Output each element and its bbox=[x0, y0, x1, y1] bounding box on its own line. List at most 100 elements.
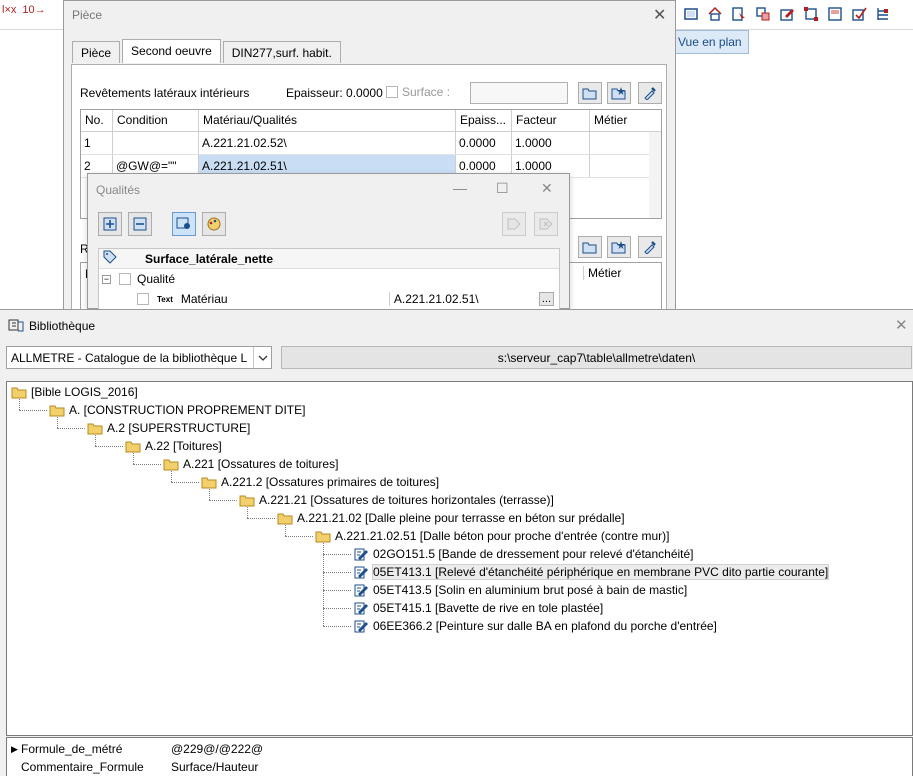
tree-folder[interactable]: A.221 [Ossatures de toitures] bbox=[163, 455, 338, 473]
materiau-checkbox[interactable] bbox=[137, 293, 149, 305]
property-row[interactable]: Commentaire_Formule Surface/Hauteur bbox=[7, 758, 912, 776]
tag-add-button[interactable] bbox=[502, 212, 526, 236]
right-toolbar-icons bbox=[681, 4, 893, 24]
text-type-icon: Text bbox=[157, 294, 173, 304]
add-button[interactable] bbox=[98, 212, 122, 236]
catalog-select[interactable]: ALLMETRE - Catalogue de la bibliothèque … bbox=[6, 346, 272, 369]
qualites-dialog: Qualités — ☐ ✕ Surface_latérale_nette − … bbox=[87, 173, 570, 310]
tab-second-oeuvre[interactable]: Second oeuvre bbox=[122, 39, 221, 63]
surface-label: Surface : bbox=[402, 85, 451, 99]
close-icon[interactable]: ✕ bbox=[653, 5, 666, 25]
cell-materiau: A.221.21.02.52\ bbox=[199, 132, 456, 154]
edit-icon[interactable] bbox=[777, 4, 797, 24]
surface-checkbox[interactable] bbox=[386, 86, 398, 98]
qualite-checkbox[interactable] bbox=[119, 273, 131, 285]
tree-connector bbox=[171, 482, 199, 483]
folder-icon bbox=[87, 421, 103, 435]
tree-connector bbox=[285, 525, 286, 536]
list-item[interactable]: − Qualité bbox=[99, 269, 559, 289]
folder-icon bbox=[125, 439, 141, 453]
left-toolbar-icons: l×x 10→ bbox=[2, 4, 46, 16]
close-icon[interactable]: ✕ bbox=[895, 316, 908, 334]
surface-checkbox-group[interactable]: Surface : bbox=[386, 85, 450, 99]
tree-connector bbox=[57, 417, 58, 428]
cell-metier bbox=[590, 132, 650, 154]
tree-folder[interactable]: A.2 [SUPERSTRUCTURE] bbox=[87, 419, 250, 437]
folder-icon bbox=[163, 457, 179, 471]
col-facteur[interactable]: Facteur bbox=[512, 110, 590, 131]
tab-din277[interactable]: DIN277,surf. habit. bbox=[222, 41, 341, 63]
qualites-header: Surface_latérale_nette bbox=[145, 251, 274, 266]
frame-icon[interactable] bbox=[801, 4, 821, 24]
tree-folder[interactable]: [Bible LOGIS_2016] bbox=[11, 383, 138, 401]
col-materiau[interactable]: Matériau/Qualités bbox=[199, 110, 456, 131]
tree-connector bbox=[95, 446, 123, 447]
tree-item[interactable]: 06EE366.2 [Peinture sur dalle BA en plaf… bbox=[353, 617, 717, 635]
minimize-icon[interactable]: — bbox=[453, 180, 467, 196]
browse-button[interactable]: ... bbox=[538, 292, 555, 306]
property-value[interactable]: Surface/Hauteur bbox=[171, 760, 258, 774]
tree-folder[interactable]: A.221.21 [Ossatures de toitures horizont… bbox=[239, 491, 554, 509]
check-edit-icon[interactable] bbox=[849, 4, 869, 24]
col-no[interactable]: No. bbox=[81, 110, 113, 131]
tree-connector bbox=[209, 500, 237, 501]
cursor-icon[interactable] bbox=[729, 4, 749, 24]
tree-folder[interactable]: A.22 [Toitures] bbox=[125, 437, 222, 455]
property-row[interactable]: ▶ Formule_de_métré @229@/@222@ bbox=[7, 740, 912, 758]
favorite-button[interactable] bbox=[607, 82, 631, 104]
tag-remove-button[interactable] bbox=[534, 212, 558, 236]
tree-connector bbox=[247, 518, 275, 519]
tree-item[interactable]: 05ET415.1 [Bavette de rive en tole plast… bbox=[353, 599, 603, 617]
tree-label: A.221 [Ossatures de toitures] bbox=[183, 457, 339, 471]
tree-folder[interactable]: A.221.21.02.51 [Dalle béton pour proche … bbox=[315, 527, 670, 545]
cell-facteur: 1.0000 bbox=[512, 132, 590, 154]
tab-piece[interactable]: Pièce bbox=[72, 41, 121, 63]
group-icon[interactable] bbox=[753, 4, 773, 24]
pipette-button-2[interactable] bbox=[638, 236, 662, 258]
col-metier-2[interactable]: Métier bbox=[583, 266, 621, 280]
layers-icon[interactable] bbox=[873, 4, 893, 24]
tree-folder[interactable]: A. [CONSTRUCTION PROPREMENT DITE] bbox=[49, 401, 305, 419]
property-value[interactable]: @229@/@222@ bbox=[171, 742, 263, 756]
remove-button[interactable] bbox=[128, 212, 152, 236]
tree-label: 02GO151.5 [Bande de dressement pour rele… bbox=[373, 547, 694, 561]
tree-label: A.221.2 [Ossatures primaires de toitures… bbox=[221, 475, 440, 489]
path-field: s:\serveur_cap7\table\allmetre\daten\ bbox=[281, 346, 912, 369]
folder-open-button-2[interactable] bbox=[578, 236, 602, 258]
view-icon[interactable] bbox=[681, 4, 701, 24]
tree-item[interactable]: 05ET413.1 [Relevé d'étanchéité périphéri… bbox=[353, 563, 830, 581]
vue-en-plan-tab[interactable]: Vue en plan bbox=[671, 30, 749, 54]
numbering-icon[interactable]: 10→ bbox=[22, 4, 45, 16]
vertical-scrollbar[interactable] bbox=[649, 132, 661, 218]
tree-folder[interactable]: A.221.21.02 [Dalle pleine pour terrasse … bbox=[277, 509, 625, 527]
current-row-icon: ▶ bbox=[11, 743, 18, 754]
col-condition[interactable]: Condition bbox=[113, 110, 199, 131]
surface-field[interactable] bbox=[470, 82, 568, 104]
palette-button[interactable] bbox=[202, 212, 226, 236]
window-icon[interactable] bbox=[825, 4, 845, 24]
tree-connector bbox=[323, 608, 351, 609]
col-epaisseur[interactable]: Epaiss... bbox=[456, 110, 512, 131]
close-icon[interactable]: ✕ bbox=[541, 180, 553, 197]
view-toggle-button[interactable] bbox=[172, 212, 196, 236]
maximize-icon[interactable]: ☐ bbox=[496, 180, 509, 197]
tree-label: 05ET415.1 [Bavette de rive en tole plast… bbox=[373, 601, 604, 615]
tree-connector bbox=[133, 453, 134, 464]
pipette-button[interactable] bbox=[638, 82, 662, 104]
house-icon[interactable] bbox=[705, 4, 725, 24]
folder-open-button[interactable] bbox=[578, 82, 602, 104]
tree-label: A. [CONSTRUCTION PROPREMENT DITE] bbox=[69, 403, 306, 417]
materiau-label: Matériau bbox=[180, 292, 228, 306]
epaisseur-value: 0.0000 bbox=[346, 86, 383, 100]
tree-item[interactable]: 02GO151.5 [Bande de dressement pour rele… bbox=[353, 545, 694, 563]
tree-item[interactable]: 05ET413.5 [Solin en aluminium brut posé … bbox=[353, 581, 687, 599]
tree-folder[interactable]: A.221.2 [Ossatures primaires de toitures… bbox=[201, 473, 439, 491]
collapse-icon[interactable]: − bbox=[102, 274, 111, 284]
delete-x-icon[interactable]: l×x bbox=[2, 4, 16, 16]
col-metier[interactable]: Métier bbox=[590, 110, 650, 131]
materiau-value[interactable]: A.221.21.02.51\ bbox=[388, 292, 539, 306]
chevron-down-icon[interactable] bbox=[253, 347, 271, 368]
list-item[interactable]: Text Matériau A.221.21.02.51\ ... bbox=[99, 289, 559, 309]
table-row[interactable]: 1 A.221.21.02.52\ 0.0000 1.0000 bbox=[81, 132, 661, 155]
favorite-button-2[interactable] bbox=[607, 236, 631, 258]
